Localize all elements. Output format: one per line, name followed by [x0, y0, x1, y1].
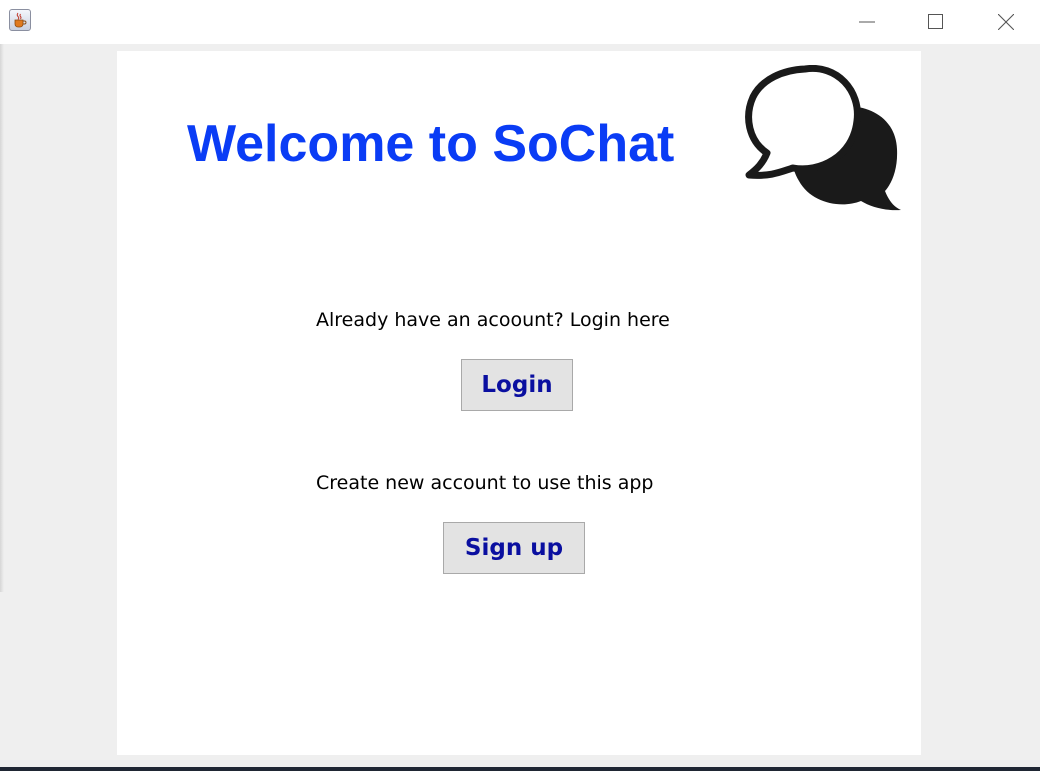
signup-prompt: Create new account to use this app	[316, 472, 654, 494]
maximize-icon	[928, 14, 943, 29]
close-button[interactable]	[983, 0, 1029, 44]
welcome-panel: Welcome to SoChat Already have an acooun…	[117, 51, 921, 755]
minimize-icon	[859, 21, 875, 23]
signup-button[interactable]: Sign up	[443, 522, 585, 574]
java-cup-icon[interactable]	[9, 9, 31, 31]
title-bar[interactable]	[0, 0, 1040, 44]
taskbar-edge	[0, 767, 1040, 771]
login-button[interactable]: Login	[461, 359, 573, 411]
maximize-button[interactable]	[913, 0, 959, 44]
close-icon	[998, 14, 1014, 30]
app-window: Welcome to SoChat Already have an acooun…	[0, 0, 1040, 771]
minimize-button[interactable]	[844, 0, 890, 44]
welcome-title: Welcome to SoChat	[187, 115, 675, 173]
chat-bubbles-icon	[745, 65, 901, 211]
window-edge-shadow	[0, 44, 4, 592]
login-prompt: Already have an acoount? Login here	[316, 309, 670, 331]
